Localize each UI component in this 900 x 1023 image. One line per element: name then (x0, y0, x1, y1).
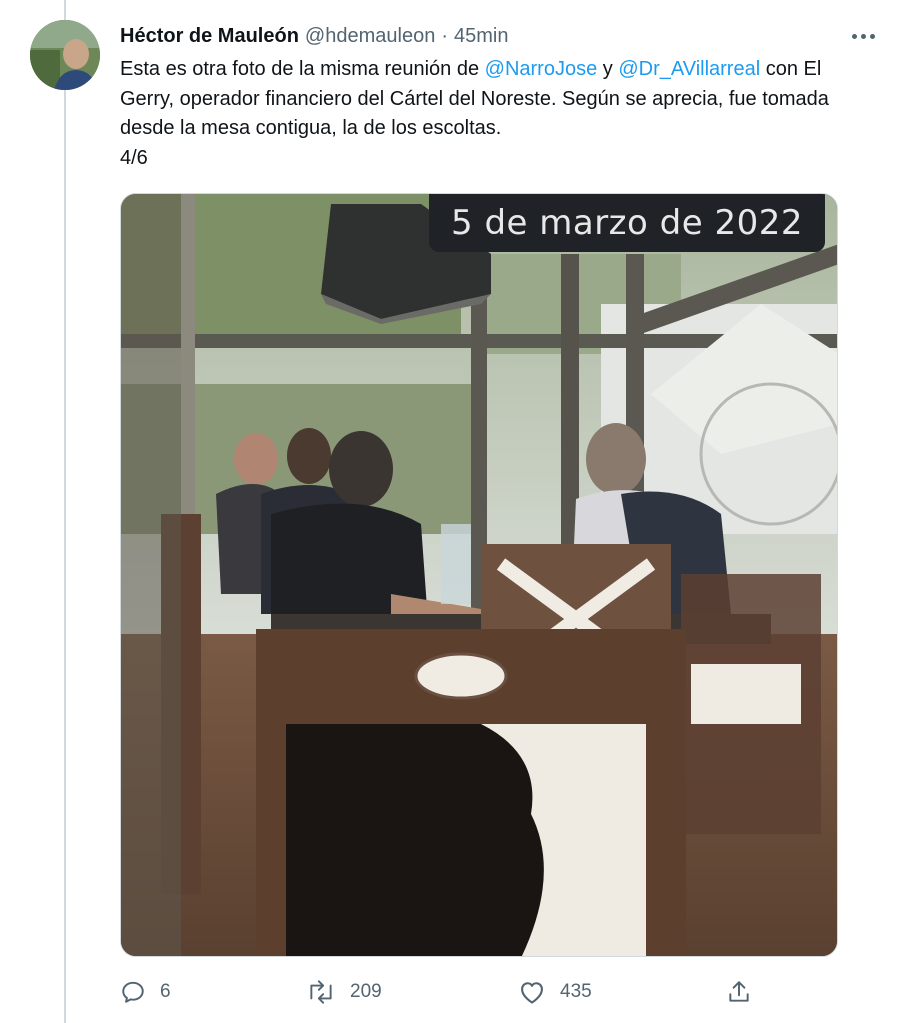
tweet-photo[interactable]: 5 de marzo de 2022 (120, 193, 838, 957)
tweet-header: Héctor de Mauleón @hdemauleon · 45min (120, 22, 880, 50)
retweet-icon (310, 980, 332, 1004)
restaurant-photo (121, 194, 837, 956)
thread-counter: 4/6 (120, 146, 148, 169)
reply-icon (122, 981, 144, 1003)
mention-link[interactable]: @Dr_AVillarreal (618, 58, 760, 80)
mention-link[interactable]: @NarroJose (485, 58, 598, 80)
retweet-count: 209 (350, 981, 382, 1002)
author-handle[interactable]: @hdemauleon (305, 22, 435, 50)
retweet-button[interactable]: 209 (306, 974, 382, 1010)
avatar-image (30, 20, 100, 90)
share-button[interactable] (726, 974, 766, 1010)
photo-date-overlay: 5 de marzo de 2022 (429, 194, 825, 252)
tweet-text-part: y (597, 58, 619, 80)
tweet-text: Esta es otra foto de la misma reunión de… (120, 55, 880, 173)
share-icon (729, 981, 749, 1002)
author-name[interactable]: Héctor de Mauleón (120, 22, 299, 50)
like-button[interactable]: 435 (518, 974, 592, 1010)
tweet-text-part: Esta es otra foto de la misma reunión de (120, 58, 485, 80)
thread-line (64, 0, 66, 1023)
timestamp[interactable]: 45min (454, 22, 508, 50)
heart-icon (521, 982, 543, 1004)
reply-count: 6 (160, 981, 171, 1002)
like-count: 435 (560, 981, 592, 1002)
more-icon[interactable] (846, 22, 880, 50)
reply-button[interactable]: 6 (120, 974, 171, 1010)
separator: · (441, 25, 448, 47)
tweet-actions: 6 209 435 (120, 974, 760, 1010)
avatar[interactable] (30, 20, 100, 90)
